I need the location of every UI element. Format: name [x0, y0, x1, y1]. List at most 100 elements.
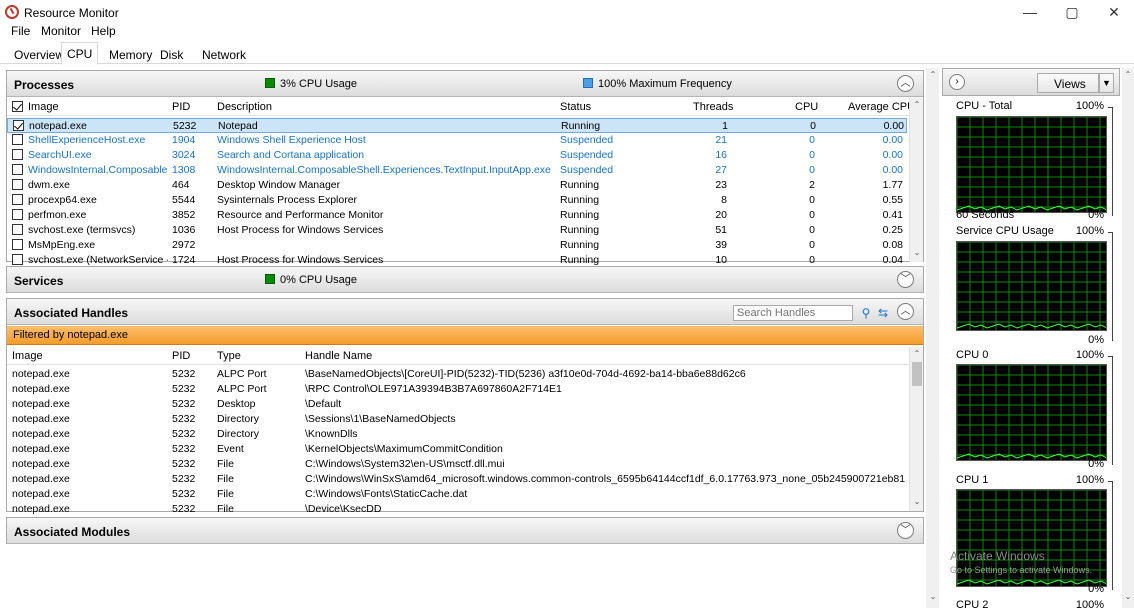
- handle-row[interactable]: notepad.exe 5232 Directory \Sessions\1\Base…: [7, 412, 907, 427]
- handle-row[interactable]: notepad.exe 5232 File \Device\KsecDD: [7, 502, 907, 517]
- graph-canvas: [956, 241, 1107, 331]
- modules-header[interactable]: Associated Modules ﹀: [7, 518, 923, 544]
- col-description[interactable]: Description: [217, 101, 272, 113]
- handle-name: \Default: [305, 398, 342, 410]
- select-all-checkbox[interactable]: [12, 101, 23, 112]
- resource-monitor-icon: [5, 5, 19, 19]
- scroll-down-icon[interactable]: ⌄: [910, 497, 924, 506]
- minimize-button[interactable]: —: [1010, 2, 1050, 22]
- col-average-cpu[interactable]: Average CPU: [848, 101, 915, 113]
- process-checkbox[interactable]: [13, 120, 24, 131]
- col-pid[interactable]: PID: [172, 101, 190, 113]
- process-checkbox[interactable]: [12, 239, 23, 250]
- process-threads: 27: [715, 164, 727, 176]
- process-description: Sysinternals Process Explorer: [217, 194, 358, 206]
- collapse-up-icon[interactable]: ︿: [897, 303, 914, 320]
- maximize-button[interactable]: ▢: [1052, 2, 1092, 22]
- col-type[interactable]: Type: [217, 350, 241, 362]
- search-handles-input[interactable]: [734, 306, 852, 320]
- process-checkbox[interactable]: [12, 179, 23, 190]
- close-button[interactable]: ✕: [1094, 2, 1134, 22]
- process-row[interactable]: SearchUI.exe 3024 Search and Cortana appli…: [7, 148, 907, 163]
- menu-monitor[interactable]: Monitor: [41, 24, 81, 38]
- handle-row[interactable]: notepad.exe 5232 File C:\Windows\WinSxS\amd…: [7, 472, 907, 487]
- services-header[interactable]: Services 0% CPU Usage ﹀: [7, 267, 923, 293]
- handles-header[interactable]: Associated Handles ⚲ ⇆ ︿: [7, 299, 923, 325]
- graphs-scrollbar[interactable]: ⌃ ⌄: [1122, 68, 1134, 608]
- views-button[interactable]: Views: [1037, 73, 1099, 93]
- handle-row[interactable]: notepad.exe 5232 Desktop \Default: [7, 397, 907, 412]
- process-status: Suspended: [560, 149, 614, 161]
- scroll-up-icon[interactable]: ⌃: [910, 349, 924, 358]
- left-pane-scrollbar[interactable]: ⌃ ⌄: [926, 68, 939, 608]
- collapse-pane-icon[interactable]: ›: [949, 74, 965, 90]
- handle-type: ALPC Port: [217, 383, 267, 395]
- process-row[interactable]: dwm.exe 464 Desktop Window Manager Running 2…: [7, 178, 907, 193]
- refresh-icon[interactable]: ⇆: [876, 306, 890, 320]
- handle-row[interactable]: notepad.exe 5232 ALPC Port \RPC Control\OLE…: [7, 382, 907, 397]
- process-checkbox[interactable]: [12, 209, 23, 220]
- col-image[interactable]: Image: [28, 101, 59, 113]
- col-handle-name[interactable]: Handle Name: [305, 350, 372, 362]
- handle-pid: 5232: [172, 488, 196, 500]
- tab-disk[interactable]: Disk: [155, 45, 188, 64]
- processes-scrollbar[interactable]: ⌃ ⌄: [909, 98, 923, 262]
- processes-header[interactable]: Processes 3% CPU Usage 100% Maximum Freq…: [7, 71, 923, 97]
- graph-max-label: 100%: [1075, 225, 1104, 237]
- process-row[interactable]: perfmon.exe 3852 Resource and Performance …: [7, 208, 907, 223]
- handle-type: File: [217, 503, 234, 515]
- tab-overview[interactable]: Overview: [9, 45, 69, 64]
- menu-help[interactable]: Help: [91, 24, 116, 38]
- scroll-down-icon[interactable]: ⌄: [910, 248, 924, 257]
- process-row[interactable]: MsMpEng.exe 2972 Running 39 0 0.08: [7, 238, 907, 253]
- handle-image: notepad.exe: [12, 458, 70, 470]
- handle-row[interactable]: notepad.exe 5232 ALPC Port \BaseNamedObject…: [7, 367, 907, 382]
- handle-row[interactable]: notepad.exe 5232 Directory \KnownDlls: [7, 427, 907, 442]
- scroll-up-icon[interactable]: ⌃: [1121, 70, 1134, 79]
- handle-row[interactable]: notepad.exe 5232 File C:\Windows\System32\e…: [7, 457, 907, 472]
- search-icon[interactable]: ⚲: [859, 306, 873, 320]
- tab-cpu[interactable]: CPU: [61, 42, 99, 65]
- process-checkbox[interactable]: [12, 194, 23, 205]
- col-status[interactable]: Status: [560, 101, 591, 113]
- scroll-up-icon[interactable]: ⌃: [926, 70, 940, 79]
- collapse-up-icon[interactable]: ︿: [897, 75, 914, 92]
- process-row[interactable]: svchost.exe (termsvcs) 1036 Host Process f…: [7, 223, 907, 238]
- process-row[interactable]: ShellExperienceHost.exe 1904 Windows Shell…: [7, 133, 907, 148]
- graph-scale-line: [1112, 107, 1113, 216]
- tab-memory[interactable]: Memory: [104, 45, 157, 64]
- col-cpu[interactable]: CPU: [795, 101, 818, 113]
- handle-type: Desktop: [217, 398, 256, 410]
- handle-type: Event: [217, 443, 244, 455]
- handle-row[interactable]: notepad.exe 5232 File C:\Windows\Fonts\Stat…: [7, 487, 907, 502]
- process-cpu: 0: [810, 120, 816, 132]
- scroll-down-icon[interactable]: ⌄: [926, 592, 940, 601]
- col-image[interactable]: Image: [12, 350, 43, 362]
- tab-network[interactable]: Network: [197, 45, 251, 64]
- process-checkbox[interactable]: [12, 134, 23, 145]
- col-threads[interactable]: Threads: [693, 101, 733, 113]
- expand-down-icon[interactable]: ﹀: [897, 271, 914, 288]
- process-checkbox[interactable]: [12, 149, 23, 160]
- menu-file[interactable]: File: [11, 24, 30, 38]
- process-description: Notepad: [218, 120, 258, 132]
- views-dropdown-icon[interactable]: ▼: [1099, 73, 1114, 93]
- col-pid[interactable]: PID: [172, 350, 190, 362]
- graph-title: CPU 1: [956, 474, 989, 486]
- process-checkbox[interactable]: [12, 224, 23, 235]
- services-title: Services: [14, 274, 64, 288]
- scroll-down-icon[interactable]: ⌄: [1121, 592, 1134, 601]
- scrollbar-thumb[interactable]: [912, 362, 922, 386]
- scroll-up-icon[interactable]: ⌃: [910, 100, 924, 109]
- expand-down-icon[interactable]: ﹀: [897, 522, 914, 539]
- process-threads: 16: [715, 149, 727, 161]
- handles-scrollbar[interactable]: ⌃ ⌄: [909, 347, 923, 511]
- process-checkbox[interactable]: [12, 164, 23, 175]
- process-checkbox[interactable]: [12, 254, 23, 265]
- process-row[interactable]: procexp64.exe 5544 Sysinternals Process Ex…: [7, 193, 907, 208]
- process-threads: 10: [715, 254, 727, 266]
- process-row[interactable]: WindowsInternal.ComposableS... 1308 Window…: [7, 163, 907, 178]
- handle-row[interactable]: notepad.exe 5232 Event \KernelObjects\Maxim…: [7, 442, 907, 457]
- process-row[interactable]: notepad.exe 5232 Notepad Running 1 0 0.00: [7, 118, 907, 133]
- search-handles-box[interactable]: [733, 305, 853, 321]
